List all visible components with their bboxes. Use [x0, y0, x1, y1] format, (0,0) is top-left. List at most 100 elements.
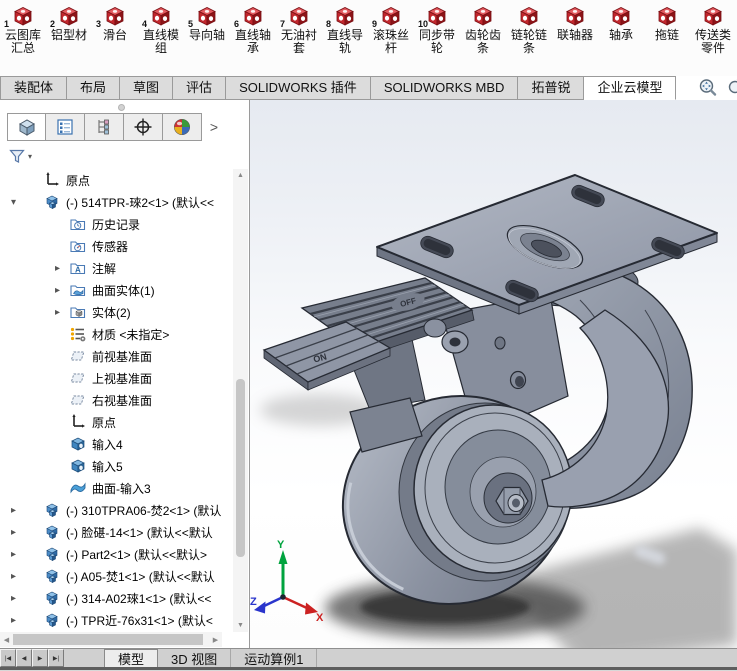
orientation-triad: X Y Z — [250, 539, 324, 624]
toolbar-item-guide-shaft[interactable]: 5 导向轴 — [184, 4, 230, 42]
tab-solidworks-addins[interactable]: SOLIDWORKS 插件 — [226, 76, 371, 100]
tree-item-component[interactable]: ▸ (-) A05-焚1<1> (默认<<默认 — [0, 565, 234, 587]
tab-motion-study-1[interactable]: 运动算例1 — [231, 649, 317, 667]
tab-3d-views[interactable]: 3D 视图 — [158, 649, 231, 667]
tab-featuremanager-tree[interactable] — [7, 113, 46, 141]
expander-icon[interactable]: ▸ — [50, 307, 65, 318]
zoom-to-fit-icon[interactable] — [698, 78, 718, 98]
scrollbar-thumb[interactable] — [236, 379, 245, 557]
toolbar-item-oilless-bushing[interactable]: 7 无油衬套 — [276, 4, 322, 55]
shortcut-badge: 10 — [418, 19, 428, 29]
shortcut-badge: 5 — [188, 19, 193, 29]
tree-item-label: 传感器 — [92, 238, 128, 255]
scroll-left-icon[interactable]: ◀ — [0, 632, 13, 647]
tree-item-solid-bodies[interactable]: ▸ 实体(2) — [0, 301, 234, 323]
panel-splitter-handle[interactable] — [118, 104, 125, 111]
surface-import-icon — [69, 479, 87, 497]
expander-icon[interactable]: ▸ — [6, 571, 21, 582]
tree-item-top-plane[interactable]: 上视基准面 — [0, 367, 234, 389]
plugin-toolbar: 1 云图库汇总 2 铝型材 3 滑台 4 直线模组 5 导向轴 6 直线轴承 — [0, 0, 737, 76]
scroll-up-icon[interactable]: ▲ — [233, 169, 248, 182]
filter-dropdown-caret[interactable]: ▾ — [28, 152, 32, 161]
tree-item-import5[interactable]: 输入5 — [0, 455, 234, 477]
tree-item-history[interactable]: 历史记录 — [0, 213, 234, 235]
tab-solidworks-mbd[interactable]: SOLIDWORKS MBD — [371, 76, 519, 100]
expander-icon[interactable]: ▾ — [6, 197, 21, 208]
toolbar-item-coupling[interactable]: 联轴器 — [552, 4, 598, 42]
origin-icon — [69, 413, 87, 431]
shortcut-badge: 8 — [326, 19, 331, 29]
tab-configurationmanager[interactable] — [85, 113, 124, 141]
tree-horizontal-scrollbar[interactable]: ◀ ▶ — [0, 632, 222, 647]
toolbar-item-cloud-library[interactable]: 1 云图库汇总 — [0, 4, 46, 55]
expander-icon[interactable]: ▸ — [50, 285, 65, 296]
expander-icon[interactable]: ▸ — [6, 527, 21, 538]
toolbar-item-conveyor-parts[interactable]: 传送类零件 — [690, 4, 736, 55]
tab-assembly[interactable]: 装配体 — [0, 76, 67, 100]
3d-viewport-canvas[interactable]: OFF ON — [250, 100, 737, 648]
toolbar-item-aluminum[interactable]: 2 铝型材 — [46, 4, 92, 42]
tree-item-sensors[interactable]: 传感器 — [0, 235, 234, 257]
toolbar-item-gear-rack[interactable]: 齿轮齿条 — [460, 4, 506, 55]
tree-item-front-plane[interactable]: 前视基准面 — [0, 345, 234, 367]
tree-item-component[interactable]: ▸ (-) 脸碪-14<1> (默认<<默认 — [0, 521, 234, 543]
tree-item-component[interactable]: ▸ (-) TPR近-76x31<1> (默认< — [0, 609, 234, 631]
solidworks-window: 1 云图库汇总 2 铝型材 3 滑台 4 直线模组 5 导向轴 6 直线轴承 — [0, 0, 737, 671]
expander-icon[interactable]: ▸ — [6, 549, 21, 560]
toolbar-item-linear-bearing[interactable]: 6 直线轴承 — [230, 4, 276, 55]
tree-item-component[interactable]: ▾ (-) 514TPR-琜2<1> (默认<< — [0, 191, 234, 213]
zoom-to-area-icon[interactable] — [727, 78, 737, 98]
tab-model[interactable]: 模型 — [104, 649, 158, 667]
sw-cube-icon — [609, 4, 633, 28]
expander-icon[interactable]: ▸ — [6, 505, 21, 516]
tree-item-right-plane[interactable]: 右视基准面 — [0, 389, 234, 411]
tree-item-component[interactable]: ▸ (-) Part2<1> (默认<<默认> — [0, 543, 234, 565]
tree-item-material[interactable]: 材质 <未指定> — [0, 323, 234, 345]
panel-tabs-overflow-chevron[interactable]: > — [202, 119, 226, 135]
scrollbar-thumb[interactable] — [13, 634, 203, 645]
last-study-button[interactable]: ▶| — [48, 649, 64, 667]
graphics-area[interactable]: OFF ON — [250, 100, 737, 648]
tab-enterprise-cloud-model[interactable]: 企业云模型 — [584, 76, 676, 100]
tab-layout[interactable]: 布局 — [67, 76, 120, 100]
toolbar-item-slide-table[interactable]: 3 滑台 — [92, 4, 138, 42]
expander-icon[interactable]: ▸ — [6, 593, 21, 604]
tree-item-origin[interactable]: 原点 — [0, 169, 234, 191]
expander-icon[interactable]: ▸ — [6, 615, 21, 626]
tree-item-import4[interactable]: 输入4 — [0, 433, 234, 455]
sw-cube-icon — [333, 4, 357, 28]
tab-toprui[interactable]: 拓普锐 — [518, 76, 584, 100]
toolbar-item-linear-module[interactable]: 4 直线模组 — [138, 4, 184, 55]
tree-item-component[interactable]: ▸ (-) 314-A02琜1<1> (默认<< — [0, 587, 234, 609]
tree-vertical-scrollbar[interactable]: ▲ ▼ — [233, 169, 248, 632]
component-icon — [43, 611, 61, 629]
feature-tree: 原点 ▾ (-) 514TPR-琜2<1> (默认<< 历史记录 传感器 ▸ 注… — [0, 169, 234, 631]
tree-item-annotations[interactable]: ▸ 注解 — [0, 257, 234, 279]
tree-item-origin-child[interactable]: 原点 — [0, 411, 234, 433]
tab-evaluate[interactable]: 评估 — [173, 76, 226, 100]
tab-displaymanager[interactable] — [163, 113, 202, 141]
filter-funnel-icon[interactable] — [9, 149, 25, 164]
tree-item-surface-bodies[interactable]: ▸ 曲面实体(1) — [0, 279, 234, 301]
tab-propertymanager[interactable] — [46, 113, 85, 141]
toolbar-item-label: 无油衬套 — [276, 29, 322, 55]
tab-dimxpertmanager[interactable] — [124, 113, 163, 141]
next-study-button[interactable]: ▶ — [32, 649, 48, 667]
annotations-icon — [69, 259, 87, 277]
toolbar-item-label: 拖链 — [655, 29, 679, 42]
tree-item-surface-import3[interactable]: 曲面-输入3 — [0, 477, 234, 499]
tree-item-component[interactable]: ▸ (-) 310TPRA06-焚2<1> (默认 — [0, 499, 234, 521]
toolbar-item-label: 同步带轮 — [414, 29, 460, 55]
expander-icon[interactable]: ▸ — [50, 263, 65, 274]
toolbar-item-timing-pulley[interactable]: 10 同步带轮 — [414, 4, 460, 55]
toolbar-item-linear-rail[interactable]: 8 直线导轨 — [322, 4, 368, 55]
toolbar-item-drag-chain[interactable]: 拖链 — [644, 4, 690, 42]
toolbar-item-bearing[interactable]: 轴承 — [598, 4, 644, 42]
toolbar-item-sprocket-chain[interactable]: 链轮链条 — [506, 4, 552, 55]
scroll-down-icon[interactable]: ▼ — [233, 619, 248, 632]
tab-sketch[interactable]: 草图 — [120, 76, 173, 100]
scroll-right-icon[interactable]: ▶ — [209, 632, 222, 647]
toolbar-item-ballscrew[interactable]: 9 滚珠丝杆 — [368, 4, 414, 55]
previous-study-button[interactable]: ◀ — [16, 649, 32, 667]
first-study-button[interactable]: |◀ — [0, 649, 16, 667]
